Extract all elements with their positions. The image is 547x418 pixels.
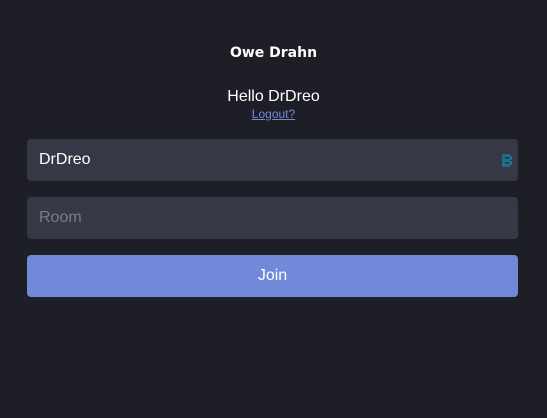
join-button[interactable]: Join [27,255,518,297]
greeting-text: Hello DrDreo [227,88,320,105]
username-field [27,139,518,181]
logout-link[interactable]: Logout? [252,107,295,121]
app-title: Owe Drahn [229,45,318,61]
room-input[interactable] [27,197,518,239]
username-input[interactable] [27,139,518,181]
app-container: Owe Drahn Hello DrDreo Logout? Join [0,0,547,418]
logout-wrapper: Logout? [0,107,547,121]
room-field [27,197,518,239]
password-manager-icon[interactable] [502,154,512,167]
